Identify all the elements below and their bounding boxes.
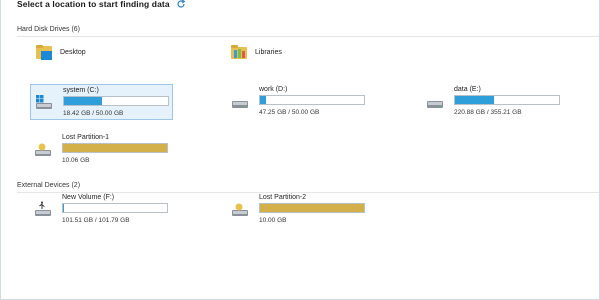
drive-name: data (E:) xyxy=(454,86,481,93)
drive-work-d[interactable]: work (D:) 47.25 GB / 50.00 GB xyxy=(227,84,377,120)
lost-partition-icon xyxy=(232,203,248,216)
hard-drive-icon xyxy=(427,101,443,108)
drive-size: 101.51 GB / 101.79 GB xyxy=(62,217,130,224)
usage-bar xyxy=(63,96,169,106)
usage-bar-fill xyxy=(64,97,103,105)
usage-bar xyxy=(62,143,168,153)
usage-bar xyxy=(259,95,365,105)
libraries-folder-icon xyxy=(231,45,247,59)
section-divider xyxy=(17,36,599,37)
drive-lost-partition-1[interactable]: Lost Partition-1 10.06 GB xyxy=(30,132,173,168)
drive-name: Lost Partition-1 xyxy=(62,134,110,141)
drive-size: 10.06 GB xyxy=(62,157,90,164)
usage-bar-fill xyxy=(63,144,167,152)
section-external-label: External Devices (2) xyxy=(17,182,81,189)
drive-new-volume-f[interactable]: New Volume (F:) 101.51 GB / 101.79 GB xyxy=(30,192,173,228)
drive-system-c[interactable]: system (C:) 18.42 GB / 50.00 GB xyxy=(30,84,173,120)
windows-drive-icon xyxy=(36,95,52,109)
usage-bar xyxy=(62,203,168,213)
usage-bar-fill xyxy=(455,96,495,104)
usage-bar xyxy=(454,95,560,105)
location-desktop-label: Desktop xyxy=(60,48,86,56)
refresh-icon[interactable] xyxy=(176,0,186,9)
usb-drive-icon xyxy=(35,201,51,216)
location-libraries-label: Libraries xyxy=(255,48,282,56)
drive-name: Lost Partition-2 xyxy=(259,194,307,201)
usage-bar xyxy=(259,203,365,213)
page-title: Select a location to start finding data xyxy=(17,0,170,9)
section-hard-disk-label: Hard Disk Drives (6) xyxy=(17,26,81,33)
drive-name: system (C:) xyxy=(63,87,99,94)
location-desktop[interactable]: Desktop xyxy=(35,43,86,61)
drive-size: 47.25 GB / 50.00 GB xyxy=(259,109,320,116)
usage-bar-fill xyxy=(260,96,266,104)
hard-drive-icon xyxy=(232,101,248,108)
header: Select a location to start finding data xyxy=(17,0,186,10)
drive-size: 10.00 GB xyxy=(259,217,287,224)
lost-partition-icon xyxy=(35,143,51,156)
drive-name: New Volume (F:) xyxy=(62,194,115,201)
drive-name: work (D:) xyxy=(259,86,288,93)
location-libraries[interactable]: Libraries xyxy=(230,43,282,61)
main-window: Select a location to start finding data … xyxy=(0,0,600,300)
usage-bar-fill xyxy=(260,204,364,212)
drive-size: 220.88 GB / 355.21 GB xyxy=(454,109,522,116)
desktop-folder-icon xyxy=(36,45,52,60)
drive-size: 18.42 GB / 50.00 GB xyxy=(63,110,124,117)
drive-data-e[interactable]: data (E:) 220.88 GB / 355.21 GB xyxy=(422,84,572,120)
drive-lost-partition-2[interactable]: Lost Partition-2 10.00 GB xyxy=(227,192,377,228)
